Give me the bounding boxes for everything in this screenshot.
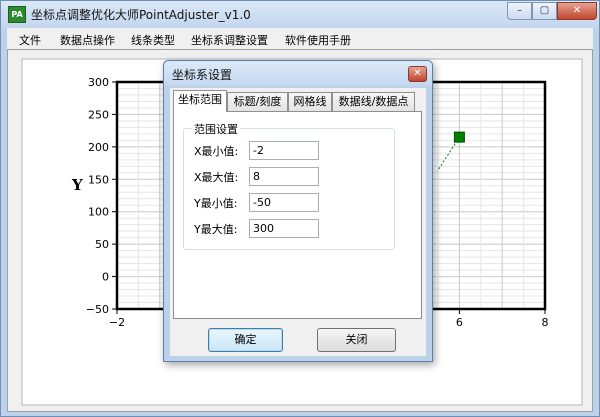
- close-dialog-button[interactable]: 关闭: [317, 328, 396, 352]
- tab-grid-lines[interactable]: 网格线: [288, 92, 332, 111]
- tab-axis-range[interactable]: 坐标范围: [173, 90, 227, 112]
- y-tick-label: 300: [88, 76, 109, 89]
- y-tick-label: −50: [86, 303, 109, 316]
- window-title: 坐标点调整优化大师PointAdjuster_v1.0: [31, 8, 251, 22]
- ymax-label: Y最大值:: [194, 223, 238, 236]
- y-tick-label: 100: [88, 206, 109, 219]
- close-window-button[interactable]: ✕: [557, 2, 597, 20]
- y-tick-label: 200: [88, 141, 109, 154]
- tab-title-ticks[interactable]: 标题/刻度: [227, 92, 288, 111]
- app-logo-icon: PA: [8, 6, 26, 23]
- tab-data-lines[interactable]: 数据线/数据点: [332, 92, 415, 111]
- menu-data-points[interactable]: 数据点操作: [60, 32, 115, 48]
- range-group: 范围设置 X最小值: X最大值: Y最小值: Y最大值:: [183, 121, 395, 250]
- menu-user-manual[interactable]: 软件使用手册: [285, 32, 351, 48]
- menu-axis-settings[interactable]: 坐标系调整设置: [191, 32, 268, 48]
- y-axis-label: Y: [71, 176, 83, 194]
- minimize-button[interactable]: –: [507, 2, 532, 20]
- xmax-input[interactable]: [249, 167, 319, 186]
- ymin-label: Y最小值:: [194, 197, 238, 210]
- ok-button[interactable]: 确定: [208, 328, 283, 352]
- y-tick-label: 50: [95, 238, 109, 251]
- range-group-title: 范围设置: [192, 121, 240, 137]
- maximize-button[interactable]: ▢: [532, 2, 557, 20]
- menu-file[interactable]: 文件: [19, 32, 41, 48]
- dialog-body: 坐标范围 标题/刻度 网格线 数据线/数据点 范围设置 X最小值: X最大值: …: [170, 88, 426, 356]
- menu-line-type[interactable]: 线条类型: [131, 32, 175, 48]
- ymax-input[interactable]: [249, 219, 319, 238]
- tab-panel-axis-range: 范围设置 X最小值: X最大值: Y最小值: Y最大值:: [173, 111, 422, 319]
- dialog-close-icon[interactable]: ✕: [408, 66, 427, 82]
- x-tick-label: −2: [109, 316, 125, 329]
- xmax-label: X最大值:: [194, 171, 239, 184]
- y-tick-label: 250: [88, 108, 109, 121]
- x-tick-label: 8: [542, 316, 549, 329]
- y-tick-label: 0: [102, 271, 109, 284]
- axis-settings-dialog: 坐标系设置 ✕ 坐标范围 标题/刻度 网格线 数据线/数据点 范围设置 X最小值…: [163, 60, 433, 362]
- x-tick-label: 6: [456, 316, 463, 329]
- y-tick-label: 150: [88, 173, 109, 186]
- xmin-label: X最小值:: [194, 145, 239, 158]
- xmin-input[interactable]: [249, 141, 319, 160]
- title-bar[interactable]: PA 坐标点调整优化大师PointAdjuster_v1.0 – ▢ ✕: [1, 1, 599, 28]
- dialog-title: 坐标系设置: [172, 68, 233, 82]
- menu-bar: 文件 数据点操作 线条类型 坐标系调整设置 软件使用手册: [7, 28, 593, 49]
- dialog-title-bar[interactable]: 坐标系设置 ✕: [164, 61, 432, 86]
- data-point-marker: [453, 131, 465, 143]
- ymin-input[interactable]: [249, 193, 319, 212]
